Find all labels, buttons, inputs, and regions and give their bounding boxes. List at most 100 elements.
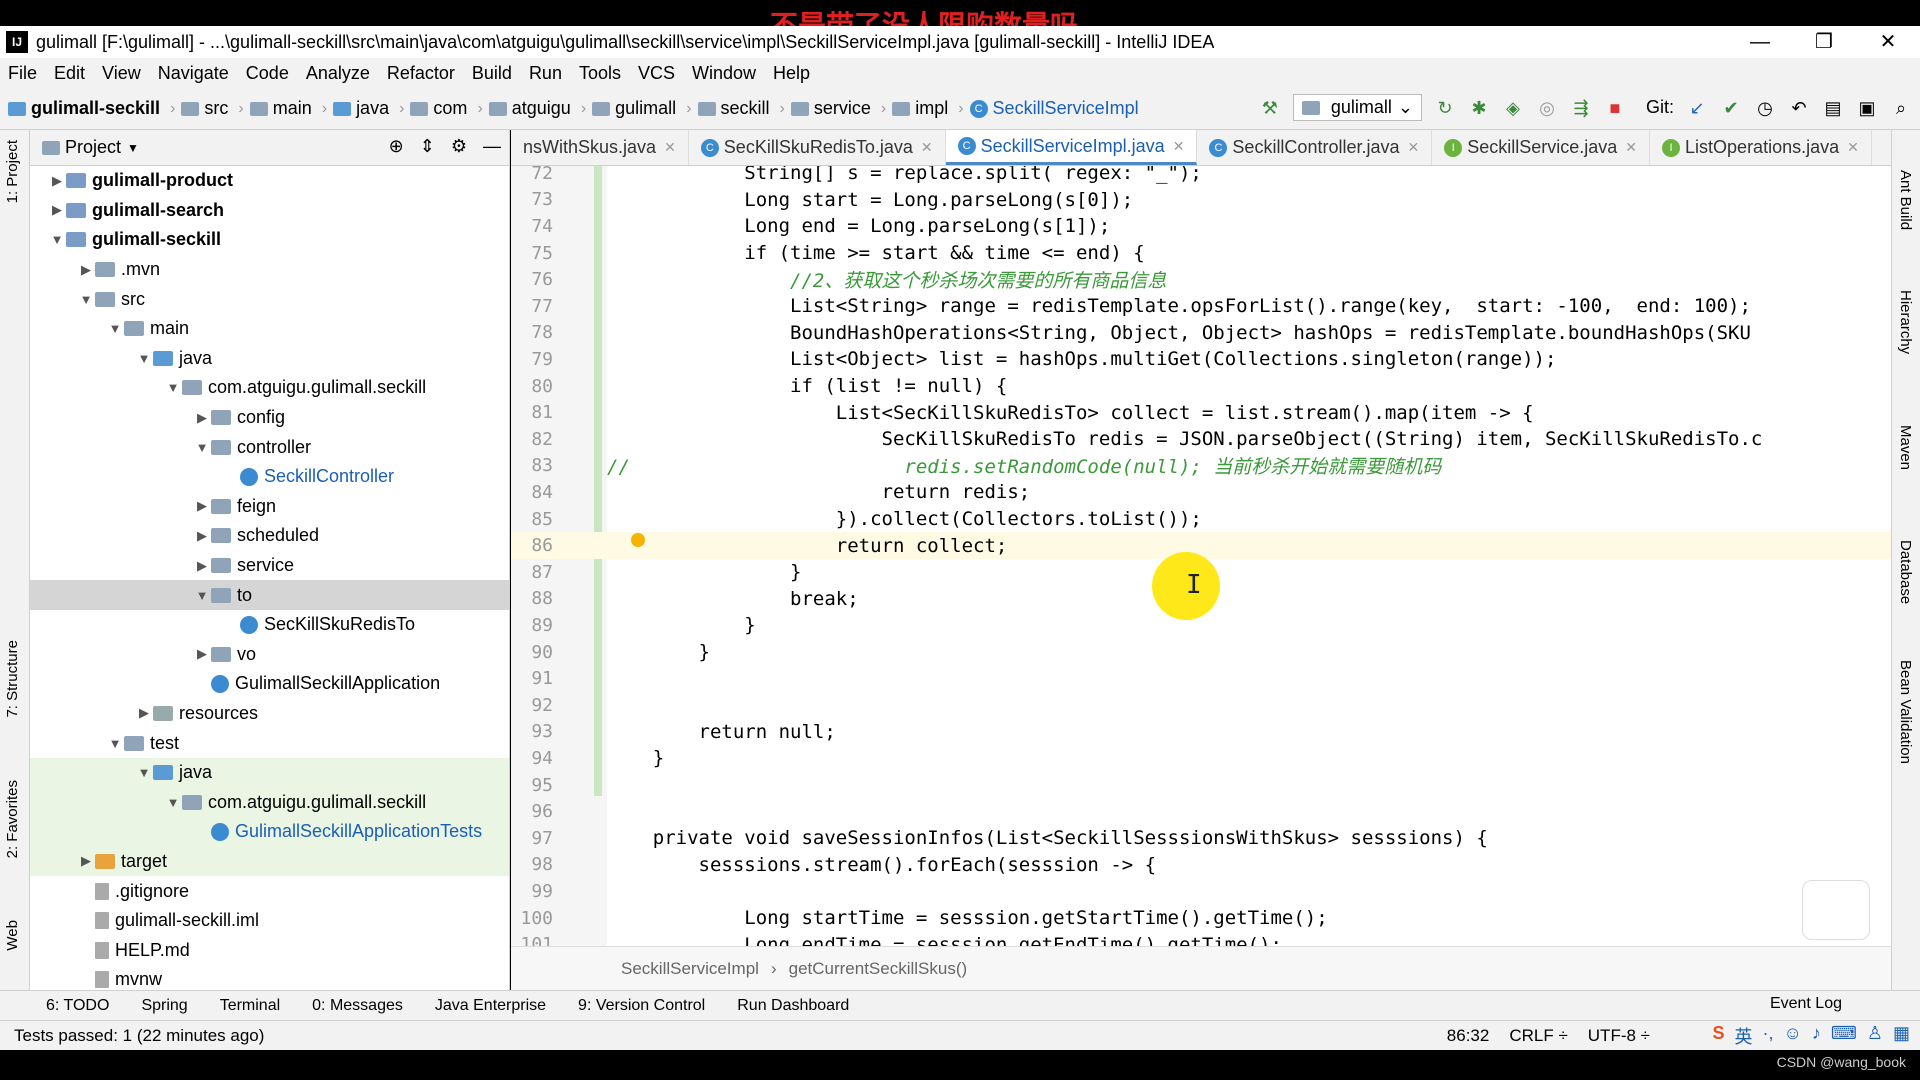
tree-node[interactable]: ▶ feign bbox=[30, 492, 509, 522]
editor-tab[interactable]: I SeckillService.java ✕ bbox=[1432, 130, 1651, 165]
close-tab-icon[interactable]: ✕ bbox=[664, 139, 676, 156]
menu-tools[interactable]: Tools bbox=[579, 63, 621, 84]
tree-node[interactable]: ▼ test bbox=[30, 728, 509, 758]
tree-node[interactable]: .gitignore bbox=[30, 876, 509, 906]
project-structure-icon[interactable]: ▤ bbox=[1822, 97, 1844, 119]
locate-icon[interactable]: ⊕ bbox=[389, 136, 404, 157]
presentation-icon[interactable]: ▣ bbox=[1856, 97, 1878, 119]
menu-refactor[interactable]: Refactor bbox=[387, 63, 455, 84]
expand-down-icon[interactable]: ▼ bbox=[135, 765, 153, 780]
tree-node[interactable]: ▶ scheduled bbox=[30, 521, 509, 551]
close-tab-icon[interactable]: ✕ bbox=[1625, 139, 1637, 156]
rerun-icon[interactable]: ↻ bbox=[1434, 97, 1456, 119]
todo-tool-button[interactable]: 6: TODO bbox=[46, 997, 109, 1015]
nav-crumb-seckill[interactable]: seckill bbox=[697, 98, 770, 119]
search-icon[interactable]: ⌕ bbox=[1890, 97, 1912, 119]
tree-node[interactable]: ▼ java bbox=[30, 344, 509, 374]
expand-right-icon[interactable]: ▶ bbox=[48, 173, 66, 189]
skin-icon[interactable]: ♙ bbox=[1867, 1023, 1883, 1049]
tree-node[interactable]: ▶ vo bbox=[30, 640, 509, 670]
nav-crumb-atguigu[interactable]: atguigu bbox=[488, 98, 571, 119]
project-view-select[interactable]: Project bbox=[65, 137, 121, 158]
git-update-icon[interactable]: ↙ bbox=[1686, 97, 1708, 119]
menu-view[interactable]: View bbox=[102, 63, 141, 84]
tree-node[interactable]: ▼ main bbox=[30, 314, 509, 344]
tree-node[interactable]: SecKillSkuRedisTo bbox=[30, 610, 509, 640]
editor-tab[interactable]: I ListOperations.java ✕ bbox=[1650, 130, 1872, 165]
messages-tool-button[interactable]: 0: Messages bbox=[312, 997, 403, 1015]
tree-node[interactable]: SeckillController bbox=[30, 462, 509, 492]
git-commit-icon[interactable]: ✔ bbox=[1720, 97, 1742, 119]
menu-run[interactable]: Run bbox=[529, 63, 562, 84]
collapse-all-icon[interactable]: ⇕ bbox=[420, 136, 435, 157]
favorites-tool-tab[interactable]: 2: Favorites bbox=[4, 780, 21, 858]
expand-down-icon[interactable]: ▼ bbox=[77, 292, 95, 307]
editor-breadcrumb-class[interactable]: SeckillServiceImpl bbox=[621, 959, 759, 979]
version-control-tool-button[interactable]: 9: Version Control bbox=[578, 997, 705, 1015]
expand-down-icon[interactable]: ▼ bbox=[106, 736, 124, 751]
expand-right-icon[interactable]: ▶ bbox=[193, 410, 211, 426]
minimize-button[interactable]: — bbox=[1728, 26, 1792, 58]
menu-code[interactable]: Code bbox=[246, 63, 289, 84]
nav-crumb-class[interactable]: C SeckillServiceImpl bbox=[969, 98, 1139, 119]
stop-icon[interactable]: ■ bbox=[1604, 97, 1626, 119]
editor-tab[interactable]: CnsWithSkus.java✕ bbox=[511, 130, 689, 165]
tree-node[interactable]: HELP.md bbox=[30, 935, 509, 965]
nav-crumb-main[interactable]: main bbox=[249, 98, 312, 119]
nav-crumb-impl[interactable]: impl bbox=[892, 98, 948, 119]
expand-right-icon[interactable]: ▶ bbox=[48, 202, 66, 218]
tree-node[interactable]: mvnw bbox=[30, 965, 509, 990]
toolbox-icon[interactable]: ▦ bbox=[1893, 1023, 1910, 1049]
nav-crumb-gulimall[interactable]: gulimall bbox=[592, 98, 676, 119]
tree-node[interactable]: GulimallSeckillApplicationTests bbox=[30, 817, 509, 847]
restore-button[interactable]: ❐ bbox=[1792, 26, 1856, 58]
menu-window[interactable]: Window bbox=[692, 63, 756, 84]
tree-node[interactable]: ▶ gulimall-search bbox=[30, 196, 509, 226]
expand-right-icon[interactable]: ▶ bbox=[193, 646, 211, 662]
keyboard-icon[interactable]: ⌨ bbox=[1831, 1023, 1857, 1049]
expand-down-icon[interactable]: ▼ bbox=[164, 380, 182, 395]
expand-down-icon[interactable]: ▼ bbox=[193, 440, 211, 455]
tree-node[interactable]: ▶ target bbox=[30, 846, 509, 877]
nav-crumb-src[interactable]: src bbox=[181, 98, 228, 119]
tree-node[interactable]: GulimallSeckillApplication bbox=[30, 669, 509, 699]
chevron-down-icon[interactable]: ▼ bbox=[127, 141, 139, 155]
bean-validation-tab[interactable]: Bean Validation bbox=[1897, 660, 1914, 764]
tree-node[interactable]: ▶ .mvn bbox=[30, 255, 509, 285]
structure-tool-tab[interactable]: 7: Structure bbox=[4, 640, 21, 718]
event-log-button[interactable]: Event Log bbox=[1770, 995, 1842, 1013]
tree-node[interactable]: ▶ gulimall-product bbox=[30, 166, 509, 196]
caret-position[interactable]: 86:32 bbox=[1447, 1026, 1490, 1046]
expand-right-icon[interactable]: ▶ bbox=[135, 705, 153, 721]
expand-right-icon[interactable]: ▶ bbox=[193, 498, 211, 514]
tree-node[interactable]: ▶ service bbox=[30, 551, 509, 581]
nav-crumb-module[interactable]: gulimall-seckill bbox=[8, 98, 160, 119]
menu-analyze[interactable]: Analyze bbox=[306, 63, 370, 84]
tree-node[interactable]: ▼ src bbox=[30, 284, 509, 314]
attach-icon[interactable]: ⇶ bbox=[1570, 97, 1592, 119]
punctuation-icon[interactable]: ·, bbox=[1762, 1023, 1773, 1049]
tree-node[interactable]: ▼ com.atguigu.gulimall.seckill bbox=[30, 373, 509, 403]
close-tab-icon[interactable]: ✕ bbox=[1847, 139, 1859, 156]
editor-tab[interactable]: C SeckillServiceImpl.java ✕ bbox=[945, 130, 1198, 165]
close-button[interactable]: ✕ bbox=[1856, 26, 1920, 58]
nav-crumb-com[interactable]: com bbox=[410, 98, 467, 119]
java-enterprise-tool-button[interactable]: Java Enterprise bbox=[435, 997, 546, 1015]
build-hammer-icon[interactable]: ⚒ bbox=[1259, 97, 1281, 119]
expand-right-icon[interactable]: ▶ bbox=[77, 853, 95, 869]
tree-node[interactable]: ▼ gulimall-seckill bbox=[30, 225, 509, 255]
revert-icon[interactable]: ↶ bbox=[1788, 97, 1810, 119]
expand-right-icon[interactable]: ▶ bbox=[193, 558, 211, 574]
ime-language[interactable]: 英 bbox=[1734, 1023, 1752, 1049]
close-tab-icon[interactable]: ✕ bbox=[1173, 138, 1185, 155]
project-tool-tab[interactable]: 1: Project bbox=[4, 140, 21, 203]
terminal-tool-button[interactable]: Terminal bbox=[220, 997, 280, 1015]
tree-node[interactable]: ▼ java bbox=[30, 757, 509, 788]
editor-tab[interactable]: C SecKillSkuRedisTo.java ✕ bbox=[689, 130, 946, 165]
ant-build-tab[interactable]: Ant Build bbox=[1897, 170, 1914, 230]
hide-icon[interactable]: — bbox=[483, 136, 501, 157]
nav-crumb-service[interactable]: service bbox=[790, 98, 871, 119]
expand-down-icon[interactable]: ▼ bbox=[164, 795, 182, 810]
line-separator[interactable]: CRLF ÷ bbox=[1509, 1026, 1567, 1046]
tree-node[interactable]: ▼ to bbox=[30, 580, 509, 610]
